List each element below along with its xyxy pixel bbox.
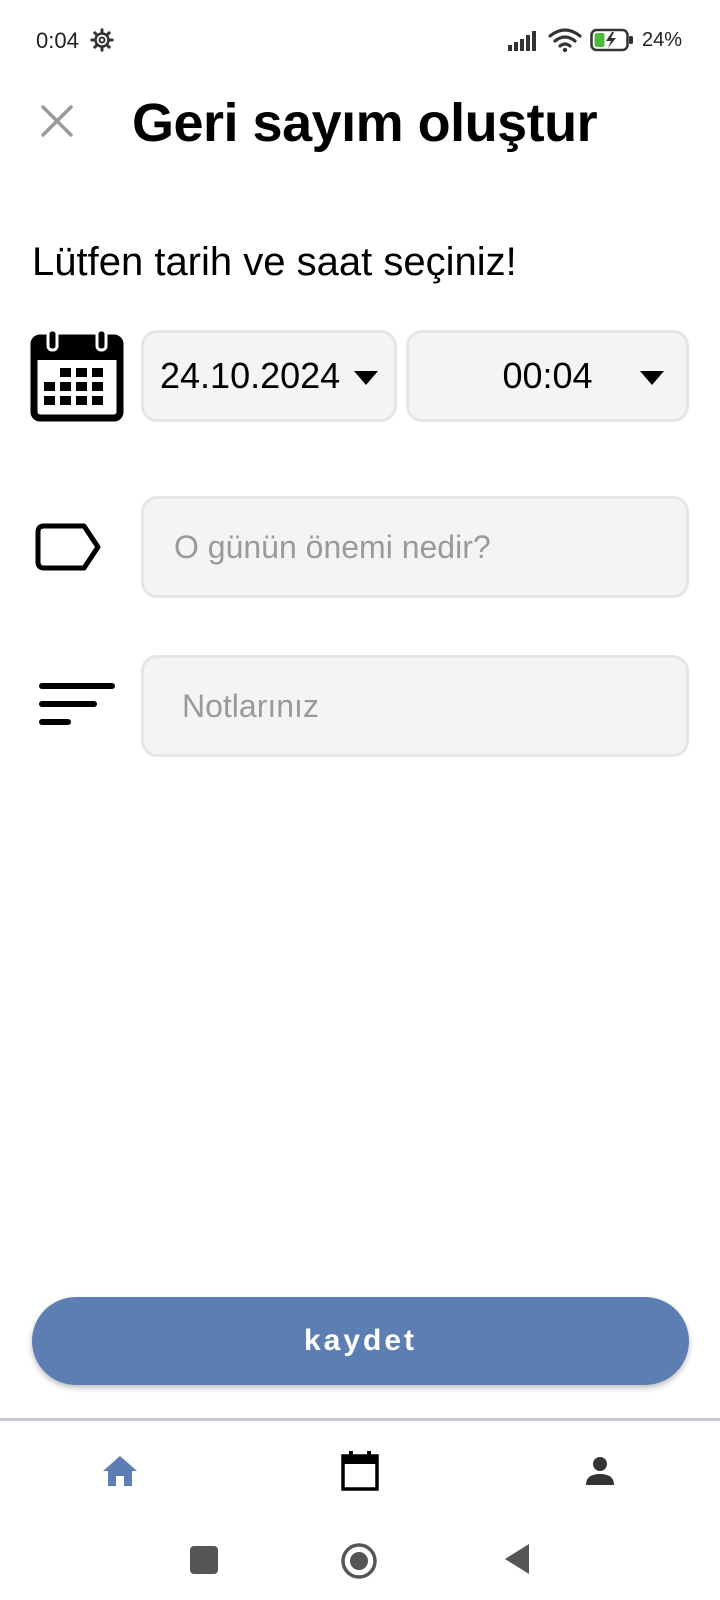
tag-icon [35, 523, 101, 571]
system-navigation-bar [0, 1520, 720, 1600]
signal-icon [507, 31, 536, 51]
status-bar: 0:04 24% [0, 0, 720, 80]
status-indicators: 24% [507, 26, 682, 54]
bottom-nav [0, 1421, 720, 1521]
recents-button[interactable] [190, 1546, 218, 1574]
calendar-icon [30, 328, 124, 422]
home-icon [103, 1456, 137, 1486]
chevron-down-icon [640, 371, 664, 385]
battery-percent: 24% [641, 28, 682, 51]
status-time: 0:04 [36, 28, 79, 53]
notes-icon [39, 683, 115, 725]
system-home-button[interactable] [340, 1542, 378, 1580]
date-select[interactable]: 24.10.2024 [141, 330, 397, 422]
close-button[interactable] [36, 100, 78, 142]
calendar-outline-icon [341, 1451, 379, 1491]
save-button[interactable]: kaydet [32, 1297, 689, 1385]
time-value: 00:04 [502, 355, 593, 396]
date-time-prompt: Lütfen tarih ve saat seçiniz! [32, 240, 517, 284]
page-title: Geri sayım oluştur [132, 93, 598, 153]
person-icon [586, 1457, 614, 1485]
date-value: 24.10.2024 [160, 355, 341, 396]
close-icon [41, 105, 73, 137]
importance-field[interactable] [141, 496, 689, 598]
settings-gear-icon [90, 28, 114, 52]
notes-input[interactable] [182, 687, 686, 725]
battery-charging-icon [590, 28, 633, 52]
wifi-icon [548, 28, 582, 53]
nav-profile-tab[interactable] [540, 1421, 660, 1521]
notes-field[interactable] [141, 655, 689, 757]
time-select[interactable]: 00:04 [406, 330, 689, 422]
chevron-down-icon [354, 371, 378, 385]
importance-input[interactable] [174, 528, 686, 566]
nav-calendar-tab[interactable] [300, 1421, 420, 1521]
system-back-button[interactable] [502, 1542, 532, 1576]
nav-home-tab[interactable] [60, 1421, 180, 1521]
